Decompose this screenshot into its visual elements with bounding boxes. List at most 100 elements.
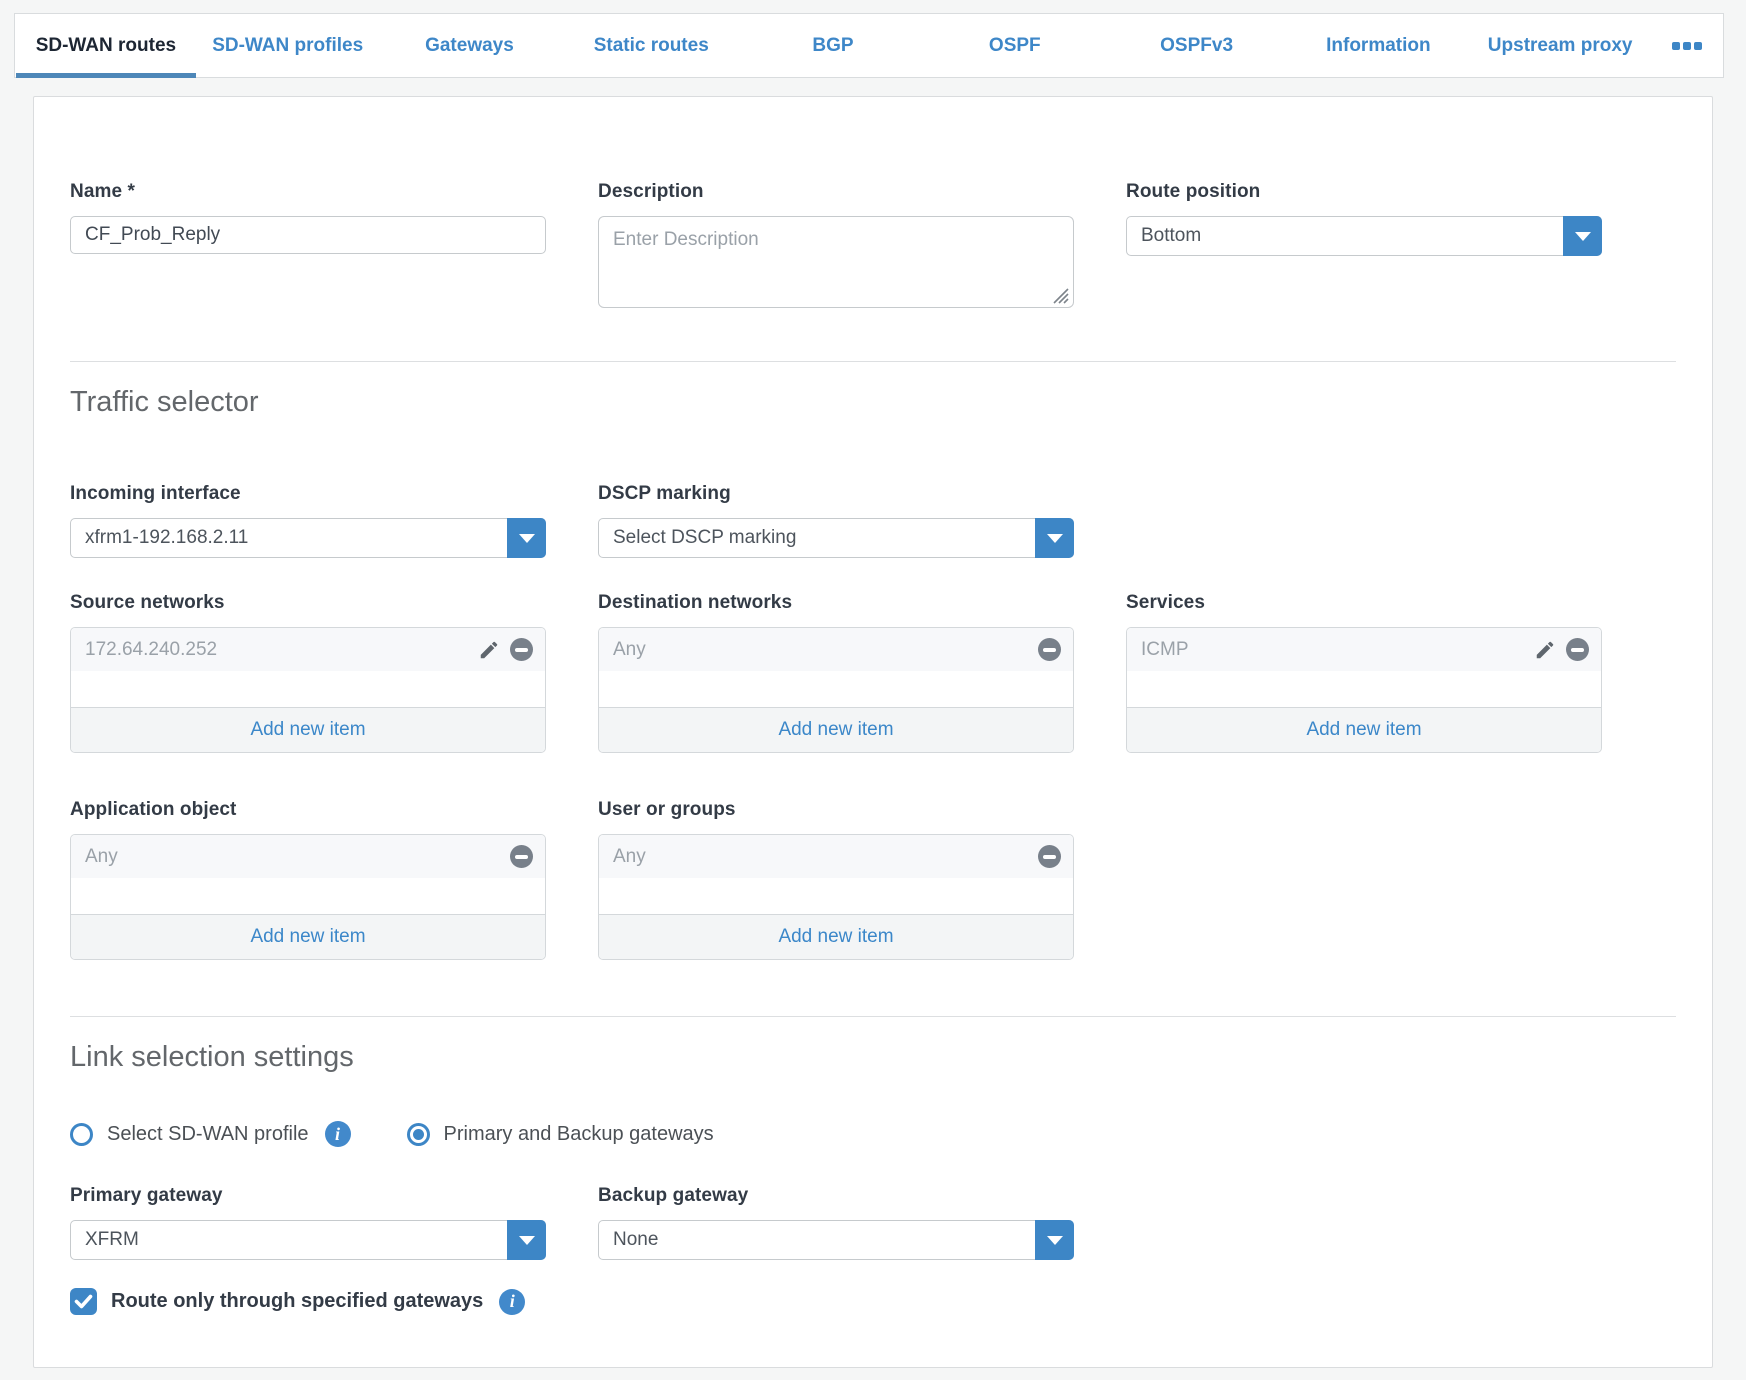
tab-gateways[interactable]: Gateways bbox=[379, 14, 561, 77]
list-empty-space bbox=[71, 671, 545, 707]
dscp-marking-field-group: DSCP marking Select DSCP marking bbox=[598, 483, 1074, 558]
dscp-marking-label: DSCP marking bbox=[598, 483, 1074, 505]
list-item-value: ICMP bbox=[1141, 639, 1189, 661]
add-new-item-button[interactable]: Add new item bbox=[599, 914, 1073, 959]
name-label: Name * bbox=[70, 181, 546, 203]
radio-label: Select SD-WAN profile bbox=[107, 1123, 309, 1146]
add-new-item-button[interactable]: Add new item bbox=[1127, 707, 1601, 752]
route-position-value: Bottom bbox=[1141, 225, 1201, 247]
chevron-down-icon[interactable] bbox=[1035, 1220, 1074, 1260]
tab-ospf[interactable]: OSPF bbox=[924, 14, 1106, 77]
backup-gateway-value: None bbox=[613, 1229, 658, 1251]
add-new-item-button[interactable]: Add new item bbox=[599, 707, 1073, 752]
tab-label: Upstream proxy bbox=[1488, 35, 1633, 57]
add-new-item-button[interactable]: Add new item bbox=[71, 707, 545, 752]
add-new-item-button[interactable]: Add new item bbox=[71, 914, 545, 959]
services-field-group: Services ICMP Add new item bbox=[1126, 592, 1602, 753]
edit-icon[interactable] bbox=[477, 638, 501, 662]
remove-icon[interactable] bbox=[510, 845, 533, 868]
chevron-down-icon[interactable] bbox=[1563, 216, 1602, 256]
tab-information[interactable]: Information bbox=[1287, 14, 1469, 77]
add-new-item-label: Add new item bbox=[250, 719, 365, 741]
tab-sd-wan-routes[interactable]: SD-WAN routes bbox=[15, 14, 197, 77]
tab-bar: SD-WAN routes SD-WAN profiles Gateways S… bbox=[14, 13, 1724, 78]
add-new-item-label: Add new item bbox=[250, 926, 365, 948]
tab-bgp[interactable]: BGP bbox=[742, 14, 924, 77]
user-or-groups-field-group: User or groups Any Add new item bbox=[598, 799, 1074, 960]
tab-sd-wan-profiles[interactable]: SD-WAN profiles bbox=[197, 14, 379, 77]
primary-gateway-select[interactable]: XFRM bbox=[70, 1220, 546, 1260]
incoming-interface-value: xfrm1-192.168.2.11 bbox=[85, 527, 248, 549]
tab-label: Static routes bbox=[594, 35, 709, 57]
tab-label: Gateways bbox=[425, 35, 514, 57]
route-position-label: Route position bbox=[1126, 181, 1602, 203]
list-empty-space bbox=[1127, 671, 1601, 707]
ellipsis-icon bbox=[1672, 42, 1702, 50]
destination-networks-field-group: Destination networks Any Add new item bbox=[598, 592, 1074, 753]
dscp-marking-select[interactable]: Select DSCP marking bbox=[598, 518, 1074, 558]
list-item: Any bbox=[71, 835, 545, 878]
link-selection-title: Link selection settings bbox=[70, 1041, 1676, 1074]
chevron-down-icon[interactable] bbox=[1035, 518, 1074, 558]
description-field-group: Description bbox=[598, 181, 1074, 313]
incoming-interface-field-group: Incoming interface xfrm1-192.168.2.11 bbox=[70, 483, 546, 558]
radio-select-sd-wan-profile[interactable] bbox=[70, 1123, 93, 1146]
add-new-item-label: Add new item bbox=[778, 926, 893, 948]
chevron-down-icon[interactable] bbox=[507, 518, 546, 558]
source-networks-field-group: Source networks 172.64.240.252 Add new i… bbox=[70, 592, 546, 753]
section-divider bbox=[70, 361, 1676, 362]
tab-label: OSPFv3 bbox=[1160, 35, 1233, 57]
remove-icon[interactable] bbox=[1038, 845, 1061, 868]
add-new-item-label: Add new item bbox=[1306, 719, 1421, 741]
list-item-value: Any bbox=[613, 639, 646, 661]
section-divider bbox=[70, 1016, 1676, 1017]
primary-gateway-field-group: Primary gateway XFRM bbox=[70, 1185, 546, 1260]
description-textarea[interactable] bbox=[598, 216, 1074, 308]
sd-wan-route-form-panel: Name * Description Route position Bottom… bbox=[33, 96, 1713, 1368]
list-empty-space bbox=[71, 878, 545, 914]
tab-upstream-proxy[interactable]: Upstream proxy bbox=[1469, 14, 1651, 77]
chevron-down-icon[interactable] bbox=[507, 1220, 546, 1260]
services-label: Services bbox=[1126, 592, 1602, 614]
remove-icon[interactable] bbox=[510, 638, 533, 661]
tab-label: BGP bbox=[812, 35, 853, 57]
backup-gateway-field-group: Backup gateway None bbox=[598, 1185, 1074, 1260]
info-icon[interactable]: i bbox=[325, 1121, 351, 1147]
add-new-item-label: Add new item bbox=[778, 719, 893, 741]
tab-static-routes[interactable]: Static routes bbox=[560, 14, 742, 77]
tab-label: SD-WAN routes bbox=[36, 35, 176, 57]
remove-icon[interactable] bbox=[1038, 638, 1061, 661]
user-or-groups-list: Any Add new item bbox=[598, 834, 1074, 960]
source-networks-label: Source networks bbox=[70, 592, 546, 614]
services-list: ICMP Add new item bbox=[1126, 627, 1602, 753]
name-input[interactable] bbox=[70, 216, 546, 254]
list-item-value: Any bbox=[613, 846, 646, 868]
tab-ospfv3[interactable]: OSPFv3 bbox=[1106, 14, 1288, 77]
remove-icon[interactable] bbox=[1566, 638, 1589, 661]
list-empty-space bbox=[599, 878, 1073, 914]
resize-grip-icon[interactable] bbox=[1052, 287, 1069, 304]
application-object-field-group: Application object Any Add new item bbox=[70, 799, 546, 960]
info-icon[interactable]: i bbox=[499, 1289, 525, 1315]
radio-primary-and-backup-gateways[interactable] bbox=[407, 1123, 430, 1146]
list-item: Any bbox=[599, 628, 1073, 671]
route-only-checkbox-label: Route only through specified gateways bbox=[111, 1290, 483, 1313]
application-object-label: Application object bbox=[70, 799, 546, 821]
dscp-marking-value: Select DSCP marking bbox=[613, 527, 796, 549]
backup-gateway-select[interactable]: None bbox=[598, 1220, 1074, 1260]
route-position-select[interactable]: Bottom bbox=[1126, 216, 1602, 256]
list-item-value: 172.64.240.252 bbox=[85, 639, 217, 661]
more-tabs-button[interactable] bbox=[1651, 14, 1723, 77]
destination-networks-list: Any Add new item bbox=[598, 627, 1074, 753]
list-item: Any bbox=[599, 835, 1073, 878]
traffic-selector-title: Traffic selector bbox=[70, 386, 1676, 419]
tab-label: Information bbox=[1326, 35, 1431, 57]
edit-icon[interactable] bbox=[1533, 638, 1557, 662]
source-networks-list: 172.64.240.252 Add new item bbox=[70, 627, 546, 753]
list-empty-space bbox=[599, 671, 1073, 707]
tab-label: OSPF bbox=[989, 35, 1041, 57]
destination-networks-label: Destination networks bbox=[598, 592, 1074, 614]
incoming-interface-select[interactable]: xfrm1-192.168.2.11 bbox=[70, 518, 546, 558]
primary-gateway-value: XFRM bbox=[85, 1229, 139, 1251]
route-only-checkbox[interactable] bbox=[70, 1288, 97, 1315]
